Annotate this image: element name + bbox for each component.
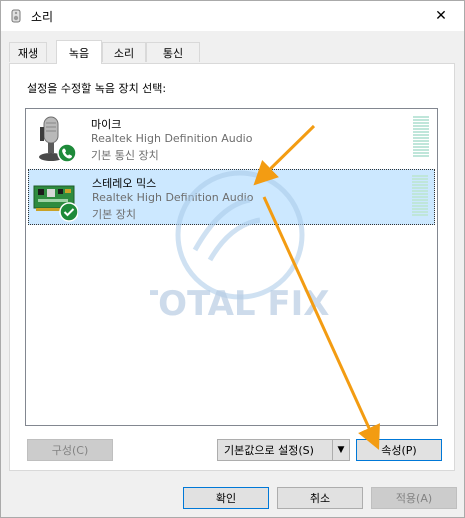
check-badge-icon — [59, 202, 78, 222]
configure-button[interactable]: 구성(C) — [27, 439, 113, 461]
tab-recording[interactable]: 녹음 — [56, 40, 102, 64]
apply-button[interactable]: 적용(A) — [371, 487, 457, 509]
device-status: 기본 장치 — [92, 208, 136, 221]
device-item-microphone[interactable]: 마이크 Realtek High Definition Audio 기본 통신 … — [28, 111, 435, 167]
set-default-button[interactable]: 기본값으로 설정(S) ▼ — [217, 439, 350, 461]
device-status: 기본 통신 장치 — [91, 149, 159, 162]
instruction-text: 설정을 수정할 녹음 장치 선택: — [27, 82, 167, 95]
recording-panel: 설정을 수정할 녹음 장치 선택: 마이크 Realtek High Defin… — [9, 63, 455, 471]
title-bar: 소리 ✕ — [1, 1, 464, 31]
phone-badge-icon — [57, 143, 77, 163]
close-icon: ✕ — [435, 8, 447, 24]
microphone-icon — [39, 116, 77, 163]
window-title: 소리 — [31, 10, 54, 24]
device-description: Realtek High Definition Audio — [91, 132, 253, 145]
device-item-stereo-mix[interactable]: 스테레오 믹스 Realtek High Definition Audio 기본… — [28, 169, 435, 225]
sound-dialog: 소리 ✕ 재생 녹음 소리 통신 설정을 수정할 녹음 장치 선택: 마이크 R… — [0, 0, 465, 518]
tab-playback[interactable]: 재생 — [9, 42, 47, 62]
device-name: 스테레오 믹스 — [92, 177, 157, 190]
device-description: Realtek High Definition Audio — [92, 191, 254, 204]
dropdown-arrow-icon: ▼ — [337, 445, 345, 455]
set-default-dropdown[interactable]: ▼ — [332, 440, 349, 460]
cancel-button[interactable]: 취소 — [277, 487, 363, 509]
properties-button[interactable]: 속성(P) — [356, 439, 442, 461]
ok-button[interactable]: 확인 — [183, 487, 269, 509]
device-name: 마이크 — [91, 118, 122, 131]
close-button[interactable]: ✕ — [418, 1, 464, 31]
sound-card-icon — [33, 185, 78, 222]
tab-sounds[interactable]: 소리 — [102, 42, 146, 62]
tab-communications[interactable]: 통신 — [146, 42, 200, 62]
speaker-icon — [11, 9, 21, 23]
level-meter — [413, 116, 429, 160]
device-list[interactable]: 마이크 Realtek High Definition Audio 기본 통신 … — [25, 108, 438, 426]
level-meter — [412, 175, 428, 219]
